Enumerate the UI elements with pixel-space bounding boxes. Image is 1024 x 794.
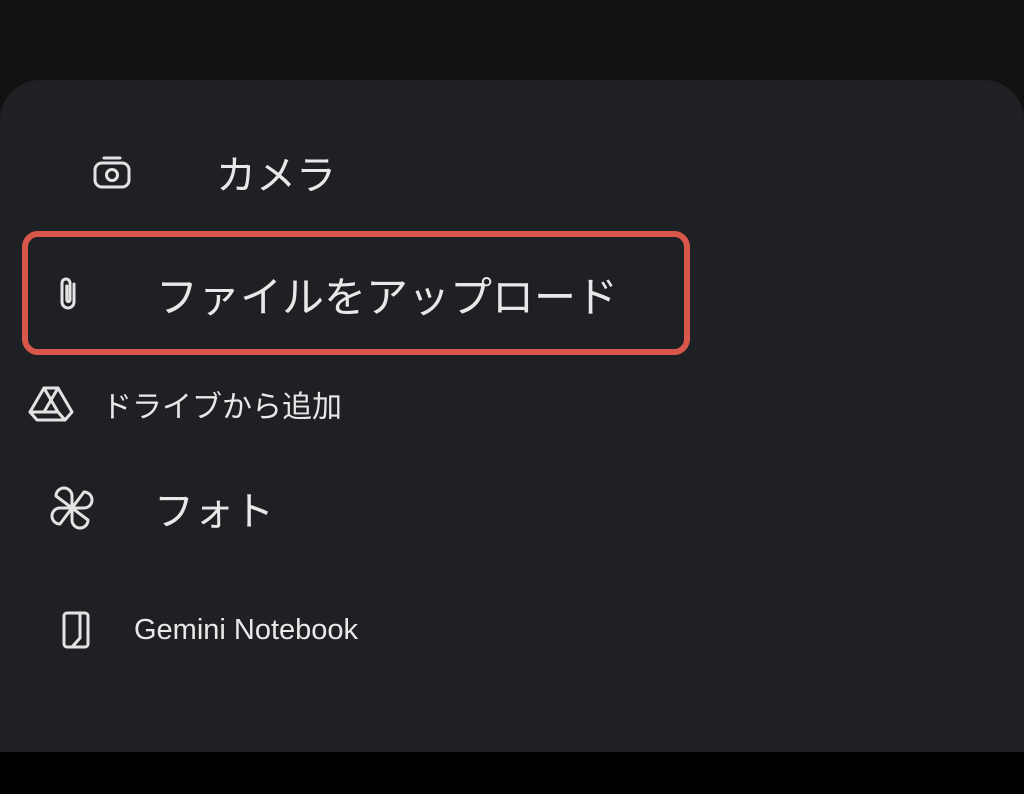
menu-item-label: フォト xyxy=(154,489,274,535)
menu-item-gemini-notebook[interactable]: Gemini Notebook xyxy=(58,606,358,654)
notebook-icon xyxy=(58,608,94,652)
menu-item-drive[interactable]: ドライブから追加 xyxy=(28,380,342,428)
menu-item-label: Gemini Notebook xyxy=(134,613,359,646)
photos-pinwheel-icon xyxy=(48,484,96,532)
menu-item-label: カメラ xyxy=(216,153,336,199)
camera-icon xyxy=(90,150,134,194)
menu-item-label: ファイルをアップロード xyxy=(156,272,619,322)
background-scrim xyxy=(0,0,1024,80)
drive-icon xyxy=(28,384,74,424)
menu-item-upload-file[interactable]: ファイルをアップロード xyxy=(54,262,618,326)
paperclip-icon xyxy=(54,272,86,316)
menu-item-photos[interactable]: フォト xyxy=(48,478,274,538)
menu-item-camera[interactable]: カメラ xyxy=(90,140,336,204)
screen: カメラ ファイルをアップロード ドライブから追加 フォト Gemini Note… xyxy=(0,0,1024,794)
menu-item-label: ドライブから追加 xyxy=(102,390,342,425)
system-navigation-bar xyxy=(0,752,1024,794)
